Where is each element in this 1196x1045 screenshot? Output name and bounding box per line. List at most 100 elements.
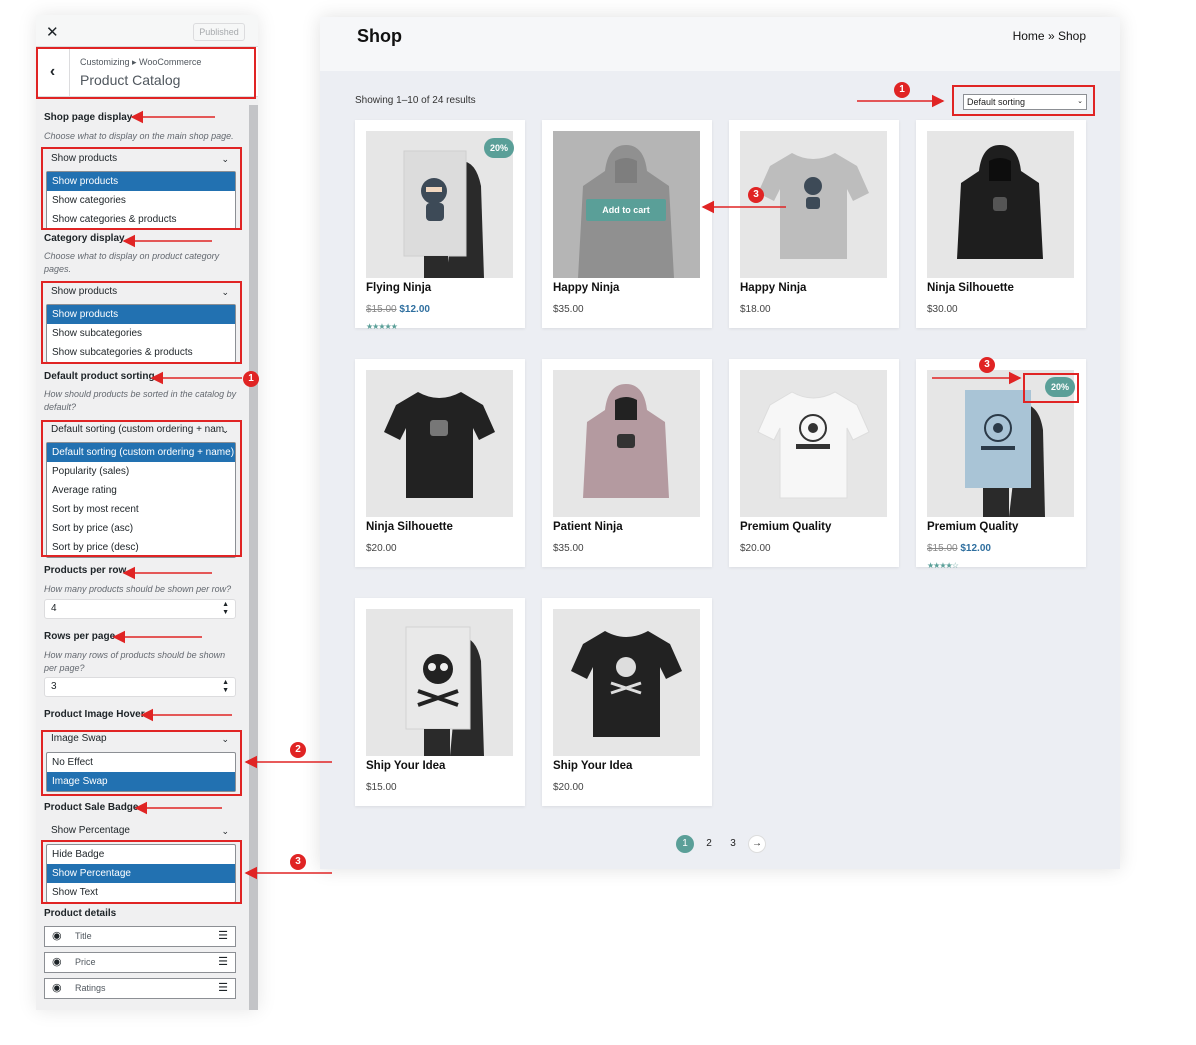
- product-name[interactable]: Premium Quality: [740, 521, 831, 533]
- pagination-page-1[interactable]: 1: [676, 835, 694, 853]
- product-card[interactable]: Ninja Silhouette $20.00: [355, 359, 525, 567]
- product-card[interactable]: Patient Ninja $35.00: [542, 359, 712, 567]
- product-name[interactable]: Ship Your Idea: [553, 760, 632, 772]
- add-to-cart-button[interactable]: Add to cart: [586, 199, 666, 221]
- stepper-arrows-icon[interactable]: ▲ ▼: [222, 679, 229, 695]
- hoodie-black-image: [927, 131, 1074, 278]
- product-image[interactable]: [553, 370, 700, 517]
- detail-item-label: Price: [75, 957, 96, 967]
- product-name[interactable]: Happy Ninja: [553, 282, 619, 294]
- annotation-marker-3: 3: [290, 854, 306, 870]
- pagination-next-icon[interactable]: →: [748, 835, 766, 853]
- detail-item-ratings[interactable]: ◉ Ratings ☰: [44, 978, 236, 999]
- product-image[interactable]: [740, 370, 887, 517]
- drag-handle-icon[interactable]: ☰: [218, 979, 228, 998]
- product-name[interactable]: Ninja Silhouette: [366, 521, 453, 533]
- eye-icon[interactable]: ◉: [52, 953, 62, 972]
- highlight-box: [41, 281, 242, 364]
- annotation-marker-3: 3: [748, 187, 764, 203]
- breadcrumb-separator: »: [1047, 29, 1055, 43]
- sale-badge-label: Product Sale Badge: [44, 802, 139, 813]
- rows-per-page-description: How many rows of products should be show…: [44, 650, 226, 673]
- products-per-row-input[interactable]: 4 ▲ ▼: [44, 599, 236, 619]
- tshirt-skull-image: [553, 609, 700, 756]
- detail-item-label: Ratings: [75, 983, 106, 993]
- product-card[interactable]: 20% Flying Ninja $15.00 $12.00 ★★★★★: [355, 120, 525, 331]
- image-hover-label: Product Image Hover: [44, 709, 145, 720]
- product-price: $30.00: [927, 304, 958, 315]
- highlight-box: [1023, 373, 1079, 403]
- product-name[interactable]: Happy Ninja: [740, 282, 806, 294]
- product-card[interactable]: Ninja Silhouette $30.00: [916, 120, 1086, 328]
- annotation-marker-3: 3: [979, 357, 995, 373]
- product-name[interactable]: Ninja Silhouette: [927, 282, 1014, 294]
- category-display-label: Category display: [44, 233, 125, 244]
- poster-skull-image: [366, 609, 513, 756]
- product-price: $35.00: [553, 304, 584, 315]
- page-title: Shop: [357, 26, 402, 46]
- product-image[interactable]: [740, 131, 887, 278]
- drag-handle-icon[interactable]: ☰: [218, 953, 228, 972]
- star-rating-icon: ★★★★☆: [927, 561, 959, 570]
- close-icon[interactable]: ✕: [46, 23, 59, 41]
- detail-item-price[interactable]: ◉ Price ☰: [44, 952, 236, 973]
- rows-per-page-input[interactable]: 3 ▲ ▼: [44, 677, 236, 697]
- product-price: $20.00: [553, 782, 584, 793]
- product-image[interactable]: Add to cart: [553, 131, 700, 278]
- tshirt-grey-image: [740, 131, 887, 278]
- breadcrumb-home-link[interactable]: Home: [1013, 29, 1045, 43]
- shop-header: Shop Home » Shop: [320, 17, 1120, 71]
- sale-badge-select[interactable]: Show Percentage ⌄: [44, 821, 236, 841]
- products-per-row-description: How many products should be shown per ro…: [44, 584, 232, 594]
- annotation-marker-2: 2: [290, 742, 306, 758]
- product-price: $15.00: [366, 782, 397, 793]
- breadcrumb: Home » Shop: [1013, 29, 1086, 43]
- product-card[interactable]: Premium Quality $20.00: [729, 359, 899, 567]
- product-name[interactable]: Patient Ninja: [553, 521, 623, 533]
- stepper-arrows-icon[interactable]: ▲ ▼: [222, 601, 229, 617]
- product-name[interactable]: Premium Quality: [927, 521, 1018, 533]
- default-sorting-label: Default product sorting: [44, 371, 155, 382]
- highlight-box: [41, 147, 242, 230]
- chevron-down-icon: ⌄: [221, 826, 229, 836]
- product-image[interactable]: [553, 609, 700, 756]
- result-count: Showing 1–10 of 24 results: [355, 95, 476, 106]
- shop-page: Shop Home » Shop Showing 1–10 of 24 resu…: [320, 17, 1120, 869]
- input-value: 3: [51, 681, 57, 692]
- pagination-page-3[interactable]: 3: [726, 835, 740, 853]
- sale-badge: 20%: [484, 138, 514, 158]
- product-card[interactable]: Happy Ninja $18.00: [729, 120, 899, 328]
- tshirt-black-image: [366, 370, 513, 517]
- tshirt-white-image: [740, 370, 887, 517]
- product-price: $20.00: [366, 543, 397, 554]
- screenshot-root: ✕ Published ‹ Customizing ▸ WooCommerce …: [0, 0, 1196, 1045]
- product-name[interactable]: Ship Your Idea: [366, 760, 445, 772]
- product-details-label: Product details: [44, 908, 117, 919]
- eye-icon[interactable]: ◉: [52, 927, 62, 946]
- default-sorting-description: How should products be sorted in the cat…: [44, 389, 237, 412]
- breadcrumb-current: Shop: [1057, 29, 1086, 43]
- product-image[interactable]: [927, 131, 1074, 278]
- published-button[interactable]: Published: [193, 23, 245, 41]
- drag-handle-icon[interactable]: ☰: [218, 927, 228, 946]
- product-card[interactable]: Add to cart Happy Ninja $35.00: [542, 120, 712, 328]
- detail-item-title[interactable]: ◉ Title ☰: [44, 926, 236, 947]
- product-name[interactable]: Flying Ninja: [366, 282, 431, 294]
- old-price: $15.00: [366, 304, 397, 315]
- product-image[interactable]: [366, 609, 513, 756]
- eye-icon[interactable]: ◉: [52, 979, 62, 998]
- product-image[interactable]: [366, 370, 513, 517]
- category-display-description: Choose what to display on product catego…: [44, 251, 220, 274]
- panel-scrollbar[interactable]: [249, 105, 258, 1010]
- product-card[interactable]: Ship Your Idea $20.00: [542, 598, 712, 806]
- rows-per-page-label: Rows per page: [44, 631, 116, 642]
- input-value: 4: [51, 603, 57, 614]
- sale-price: $12.00: [960, 543, 991, 554]
- product-price: $15.00 $12.00: [366, 304, 430, 315]
- pagination-page-2[interactable]: 2: [702, 835, 716, 853]
- annotation-marker-1: 1: [894, 82, 910, 98]
- product-card[interactable]: Ship Your Idea $15.00: [355, 598, 525, 806]
- products-per-row-label: Products per row: [44, 565, 127, 576]
- product-price: $18.00: [740, 304, 771, 315]
- sale-price: $12.00: [399, 304, 430, 315]
